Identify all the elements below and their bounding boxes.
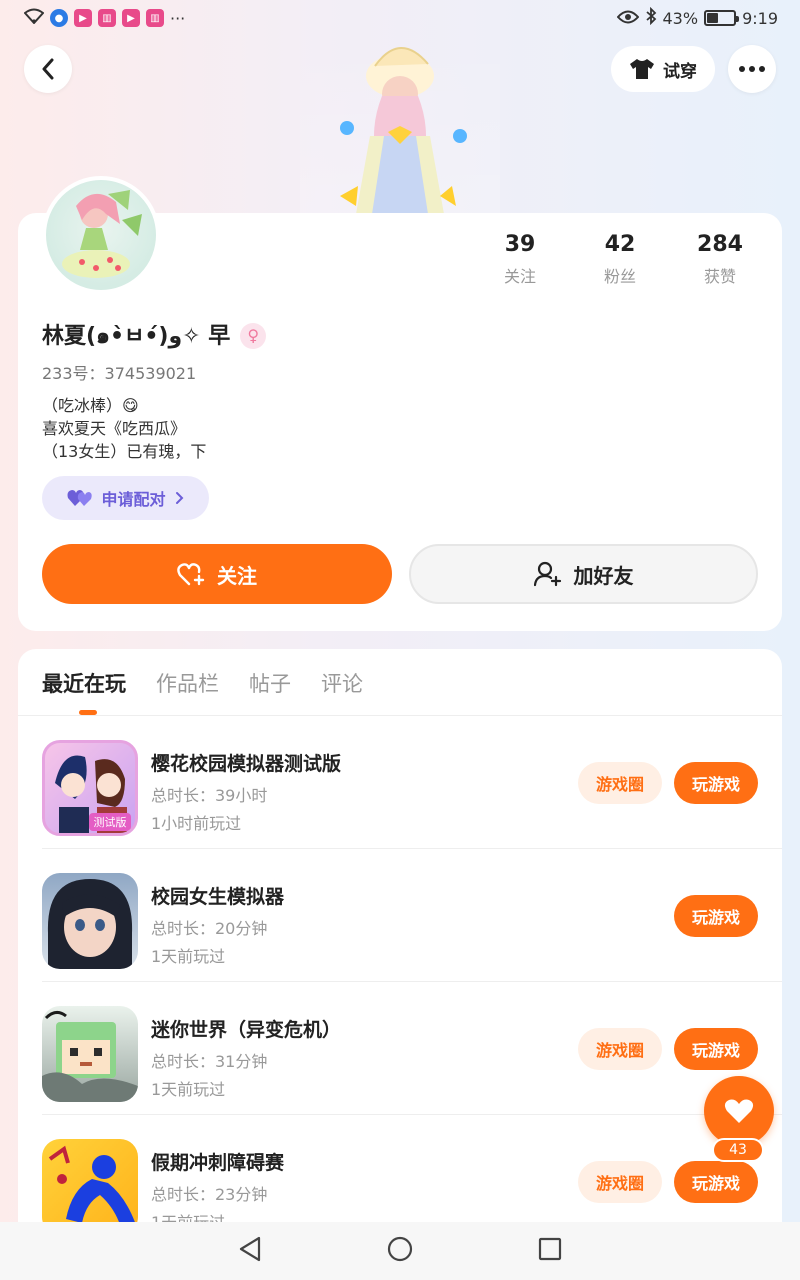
game-icon [42,1006,138,1102]
system-nav-bar [0,1222,800,1280]
tshirt-icon [630,59,654,79]
stat-label: 获赞 [703,267,736,286]
game-row[interactable]: 假期冲刺障碍赛 总时长：23分钟 1天前玩过 游戏圈 玩游戏 [42,1115,782,1222]
game-icon [42,1139,138,1222]
heart-plus-icon [177,563,205,586]
game-last-played: 1天前玩过 [151,1080,226,1099]
bluetooth-icon [645,6,657,29]
wifi-icon [23,8,45,28]
video-app-icon: ▶ [74,9,92,27]
profile-stats: 39 关注 42 粉丝 284 获赞 [470,232,770,287]
stat-label: 粉丝 [603,267,636,286]
avatar[interactable] [42,176,160,294]
stat-value: 39 [504,232,536,257]
svg-text:测试版: 测试版 [94,815,127,829]
game-circle-button[interactable]: 游戏圈 [578,1161,662,1203]
circle-home-icon [387,1236,413,1262]
add-user-icon [533,561,561,587]
play-game-button[interactable]: 玩游戏 [674,1028,758,1070]
like-fab-button[interactable] [704,1076,774,1146]
tab-works[interactable]: 作品栏 [156,668,219,698]
chevron-left-icon [42,58,54,80]
like-count-badge: 43 [712,1138,764,1162]
apply-pair-button[interactable]: 申请配对 [42,476,209,520]
battery-percent: 43% [662,8,699,28]
home-nav-button[interactable] [387,1236,413,1266]
stat-fans[interactable]: 42 粉丝 [570,232,670,287]
game-duration: 总时长：39小时 [151,786,268,805]
tab-posts[interactable]: 帖子 [249,668,291,698]
try-on-button[interactable]: 试穿 [611,46,715,92]
stat-following[interactable]: 39 关注 [470,232,570,287]
game-meta: 总时长：23分钟 1天前玩过 [151,1181,267,1222]
game-circle-button[interactable]: 游戏圈 [578,762,662,804]
video-app-icon: ▶ [122,9,140,27]
game-duration: 总时长：31分钟 [151,1052,268,1071]
game-circle-button[interactable]: 游戏圈 [578,1028,662,1070]
game-icon [42,873,138,969]
game-meta: 总时长：39小时 1小时前玩过 [151,782,267,838]
eye-icon [616,9,639,28]
app-notification-icon: ● [50,9,68,27]
square-recents-icon [538,1237,562,1261]
battery-icon [704,10,740,26]
triangle-back-icon [239,1236,261,1262]
game-duration: 总时长：23分钟 [151,1185,268,1204]
book-app-icon: ▥ [146,9,164,27]
game-last-played: 1天前玩过 [151,1209,267,1222]
stat-value: 284 [697,232,743,257]
bio: （吃冰棒）😋 喜欢夏天《吃西瓜》 （13女生）已有瑰，下 [42,394,206,463]
outfit-banner-figure [300,36,500,214]
back-button[interactable] [24,45,72,93]
back-nav-button[interactable] [238,1236,262,1266]
play-game-button[interactable]: 玩游戏 [674,895,758,937]
more-dots-icon [739,66,765,72]
game-title: 迷你世界（异变危机） [151,1019,342,1041]
game-duration: 总时长：20分钟 [151,919,268,938]
user-name-row: 林夏(๑•̀ㅂ•́)و✧ 早 ♀ [42,318,267,353]
follow-button[interactable]: 关注 [42,544,392,604]
recents-nav-button[interactable] [538,1237,562,1265]
status-left: ● ▶ ▥ ▶ ▥ ··· [23,8,186,28]
stat-value: 42 [604,232,636,257]
bio-line: （吃冰棒）😋 [42,396,139,415]
game-icon: 测试版 [42,740,138,836]
game-title: 假期冲刺障碍赛 [151,1152,285,1174]
user-id: 233号：374539021 [42,364,197,383]
game-last-played: 1小时前玩过 [151,814,242,833]
profile-tabs: 最近在玩 作品栏 帖子 评论 [42,668,363,698]
user-name: 林夏(๑•̀ㅂ•́)و✧ 早 [42,324,231,349]
clock: 9:19 [742,8,778,28]
bio-line: 喜欢夏天《吃西瓜》 [42,419,187,438]
chevron-right-icon [175,492,183,504]
bio-line: （13女生）已有瑰，下 [42,442,207,461]
female-icon: ♀ [240,322,267,349]
add-friend-label: 加好友 [573,563,634,588]
game-row[interactable]: 迷你世界（异变危机） 总时长：31分钟 1天前玩过 游戏圈 玩游戏 [42,982,782,1115]
stat-label: 关注 [503,267,536,286]
game-title: 樱花校园模拟器测试版 [151,753,342,775]
more-notifications-icon: ··· [170,8,186,28]
play-game-button[interactable]: 玩游戏 [674,1161,758,1203]
more-options-button[interactable] [728,45,776,93]
game-meta: 总时长：31分钟 1天前玩过 [151,1048,267,1104]
tab-comments[interactable]: 评论 [321,668,363,698]
game-row[interactable]: 测试版 樱花校园模拟器测试版 总时长：39小时 1小时前玩过 游戏圈 玩游戏 [42,716,782,849]
stat-likes[interactable]: 284 获赞 [670,232,770,287]
status-bar: ● ▶ ▥ ▶ ▥ ··· 43% 9:19 [0,0,800,36]
add-friend-button[interactable]: 加好友 [409,544,758,604]
game-last-played: 1天前玩过 [151,947,226,966]
double-heart-icon [67,490,93,506]
try-on-label: 试穿 [663,61,697,82]
heart-icon [724,1099,754,1123]
game-row[interactable]: 校园女生模拟器 总时长：20分钟 1天前玩过 玩游戏 [42,849,782,982]
status-right: 43% 9:19 [616,6,778,29]
book-app-icon: ▥ [98,9,116,27]
play-game-button[interactable]: 玩游戏 [674,762,758,804]
game-title: 校园女生模拟器 [151,886,285,908]
apply-pair-label: 申请配对 [101,490,166,509]
tab-recent-playing[interactable]: 最近在玩 [42,668,126,698]
follow-label: 关注 [217,563,257,588]
game-meta: 总时长：20分钟 1天前玩过 [151,915,267,971]
